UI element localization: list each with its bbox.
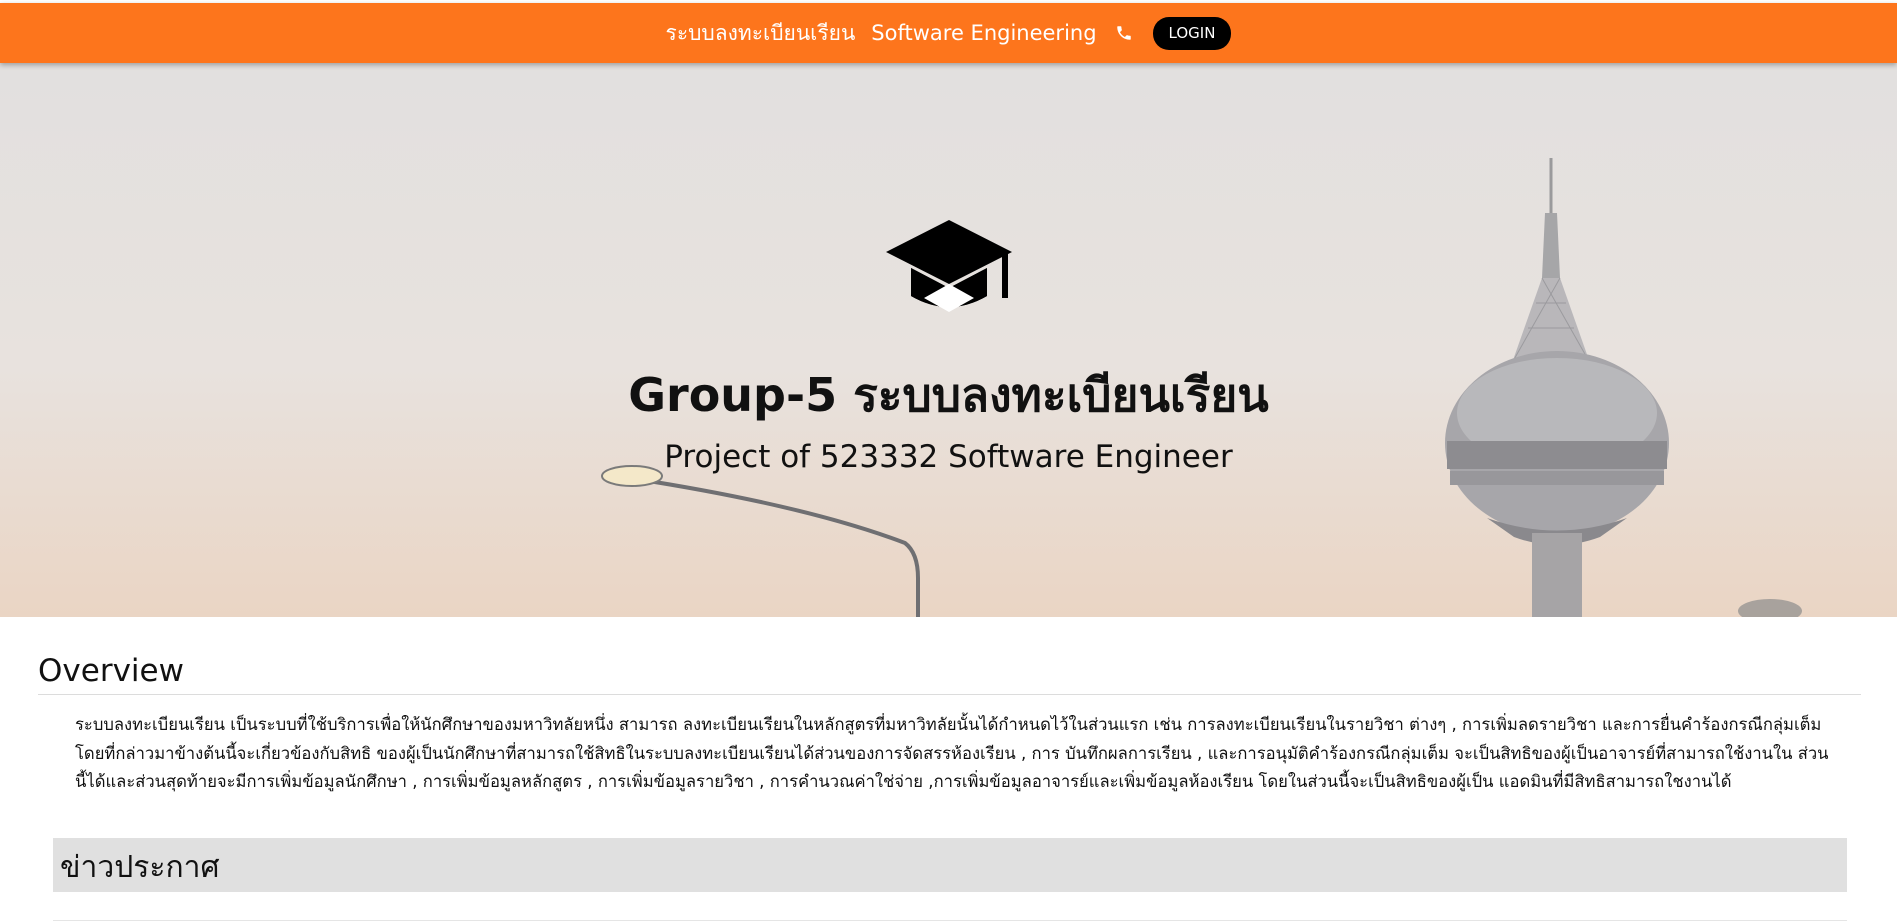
top-navbar: ระบบลงทะเบียนเรียน Software Engineering … bbox=[0, 3, 1897, 63]
overview-heading: Overview bbox=[38, 653, 184, 689]
overview-divider bbox=[38, 694, 1861, 695]
announcement-section: ข่าวประกาศ bbox=[53, 838, 1847, 892]
announcement-divider bbox=[53, 920, 1847, 921]
navbar-brand[interactable]: ระบบลงทะเบียนเรียน bbox=[666, 17, 856, 50]
announcement-heading: ข่าวประกาศ bbox=[60, 850, 220, 885]
navbar-subject-link[interactable]: Software Engineering bbox=[871, 21, 1096, 45]
graduation-cap-icon bbox=[886, 220, 1012, 312]
phone-icon[interactable] bbox=[1113, 22, 1135, 44]
login-button[interactable]: LOGIN bbox=[1152, 16, 1232, 50]
hero-title: Group-5 ระบบลงทะเบียนเรียน bbox=[628, 368, 1269, 422]
overview-body: ระบบลงทะเบียนเรียน เป็นระบบที่ใช้บริการเ… bbox=[75, 715, 1829, 791]
hero-background-photo bbox=[0, 63, 1897, 617]
hero-subtitle: Project of 523332 Software Engineer bbox=[664, 439, 1233, 475]
hero-banner: Group-5 ระบบลงทะเบียนเรียน Project of 52… bbox=[0, 63, 1897, 617]
